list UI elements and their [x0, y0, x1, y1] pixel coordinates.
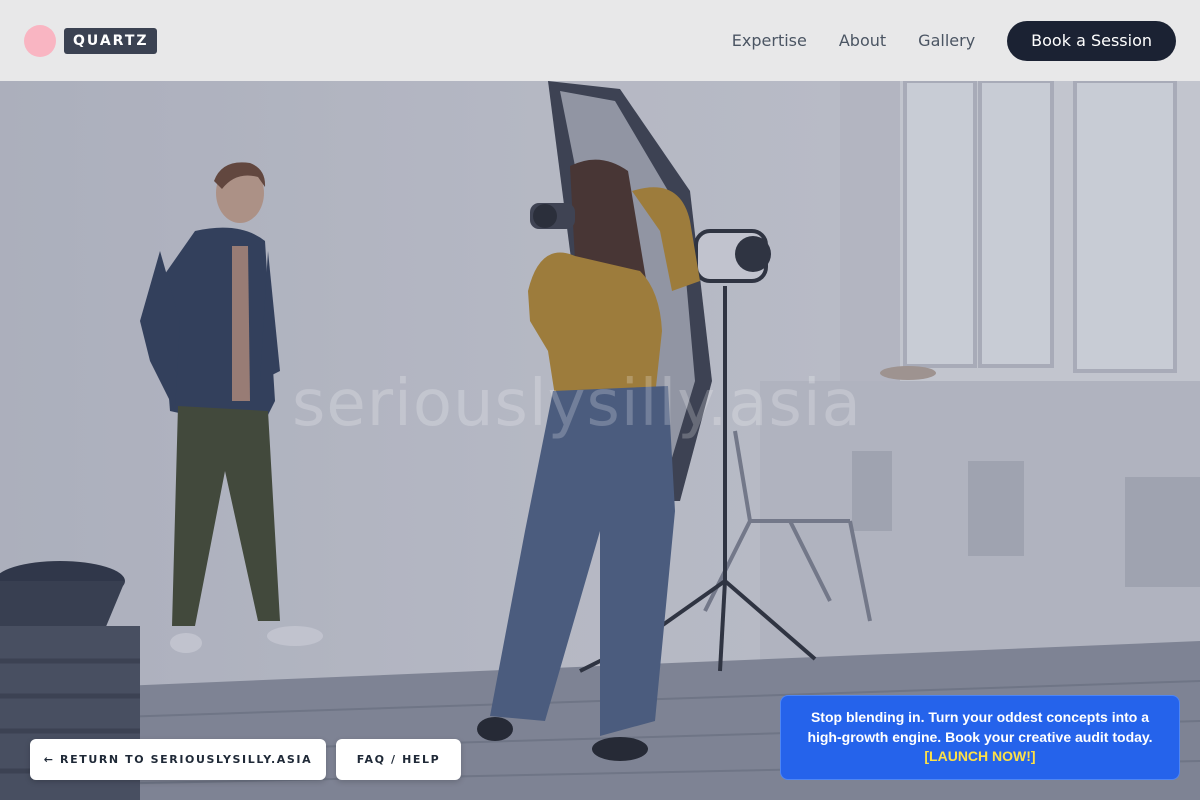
site-header: QUARTZ Expertise About Gallery Book a Se…	[0, 0, 1200, 81]
nav-link-about[interactable]: About	[839, 31, 886, 50]
book-session-button[interactable]: Book a Session	[1007, 20, 1176, 61]
watermark-text: seriouslysilly.asia	[292, 367, 862, 441]
nav-link-expertise[interactable]: Expertise	[732, 31, 807, 50]
logo-dot-icon[interactable]	[24, 24, 56, 57]
logo-wordmark[interactable]: QUARTZ	[64, 27, 157, 54]
promo-text: Stop blending in. Turn your oddest conce…	[807, 709, 1153, 745]
faq-help-button[interactable]: FAQ / HELP	[336, 739, 461, 780]
nav-link-gallery[interactable]: Gallery	[918, 31, 975, 50]
promo-banner: Stop blending in. Turn your oddest conce…	[780, 695, 1180, 780]
return-to-site-button[interactable]: ← RETURN TO SERIOUSLYSILLY.ASIA	[30, 739, 326, 780]
hero-photo: seriouslysilly.asia	[0, 81, 1200, 800]
main-nav: Expertise About Gallery Book a Session	[700, 20, 1176, 61]
launch-now-link[interactable]: [LAUNCH NOW!]	[924, 748, 1035, 764]
